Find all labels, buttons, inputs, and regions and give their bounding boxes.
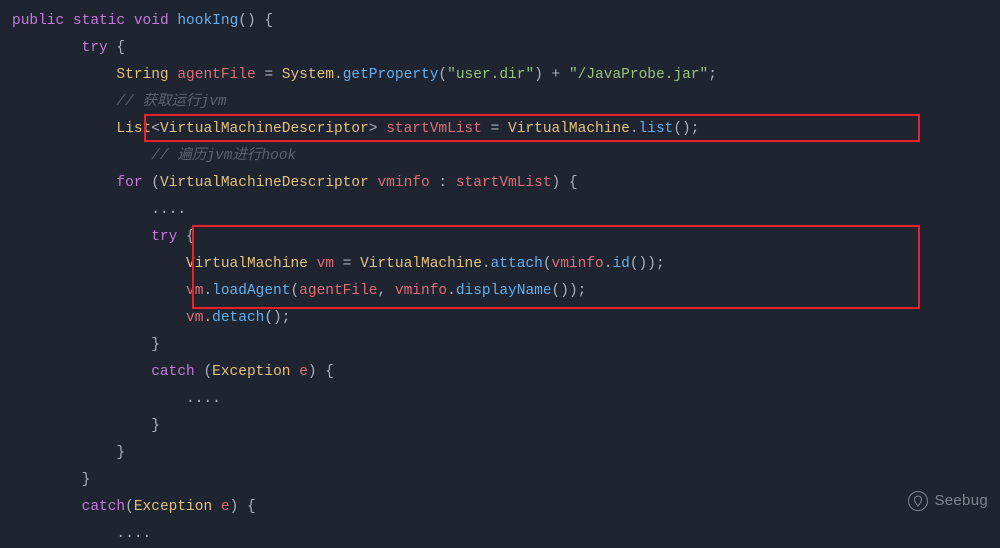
code-line: List<VirtualMachineDescriptor> startVmLi… <box>0 116 1000 143</box>
code-line: try { <box>0 35 1000 62</box>
code-line: } <box>0 440 1000 467</box>
code-line: catch (Exception e) { <box>0 359 1000 386</box>
code-line: // 获取运行jvm <box>0 89 1000 116</box>
code-line: .... <box>0 386 1000 413</box>
watermark: Seebug <box>908 487 988 514</box>
code-line: } <box>0 413 1000 440</box>
code-line: } <box>0 467 1000 494</box>
code-line: try { <box>0 224 1000 251</box>
seebug-icon <box>908 491 928 511</box>
code-line: String agentFile = System.getProperty("u… <box>0 62 1000 89</box>
code-line: } <box>0 332 1000 359</box>
code-line: // 遍历jvm进行hook <box>0 143 1000 170</box>
code-line: vm.detach(); <box>0 305 1000 332</box>
code-line: for (VirtualMachineDescriptor vminfo : s… <box>0 170 1000 197</box>
code-line: .... <box>0 197 1000 224</box>
code-line: VirtualMachine vm = VirtualMachine.attac… <box>0 251 1000 278</box>
watermark-text: Seebug <box>934 487 988 514</box>
code-line: public static void hookIng() { <box>0 8 1000 35</box>
code-editor: public static void hookIng() { try { Str… <box>0 0 1000 548</box>
code-line: .... <box>0 521 1000 548</box>
code-line: vm.loadAgent(agentFile, vminfo.displayNa… <box>0 278 1000 305</box>
code-line: catch(Exception e) { <box>0 494 1000 521</box>
